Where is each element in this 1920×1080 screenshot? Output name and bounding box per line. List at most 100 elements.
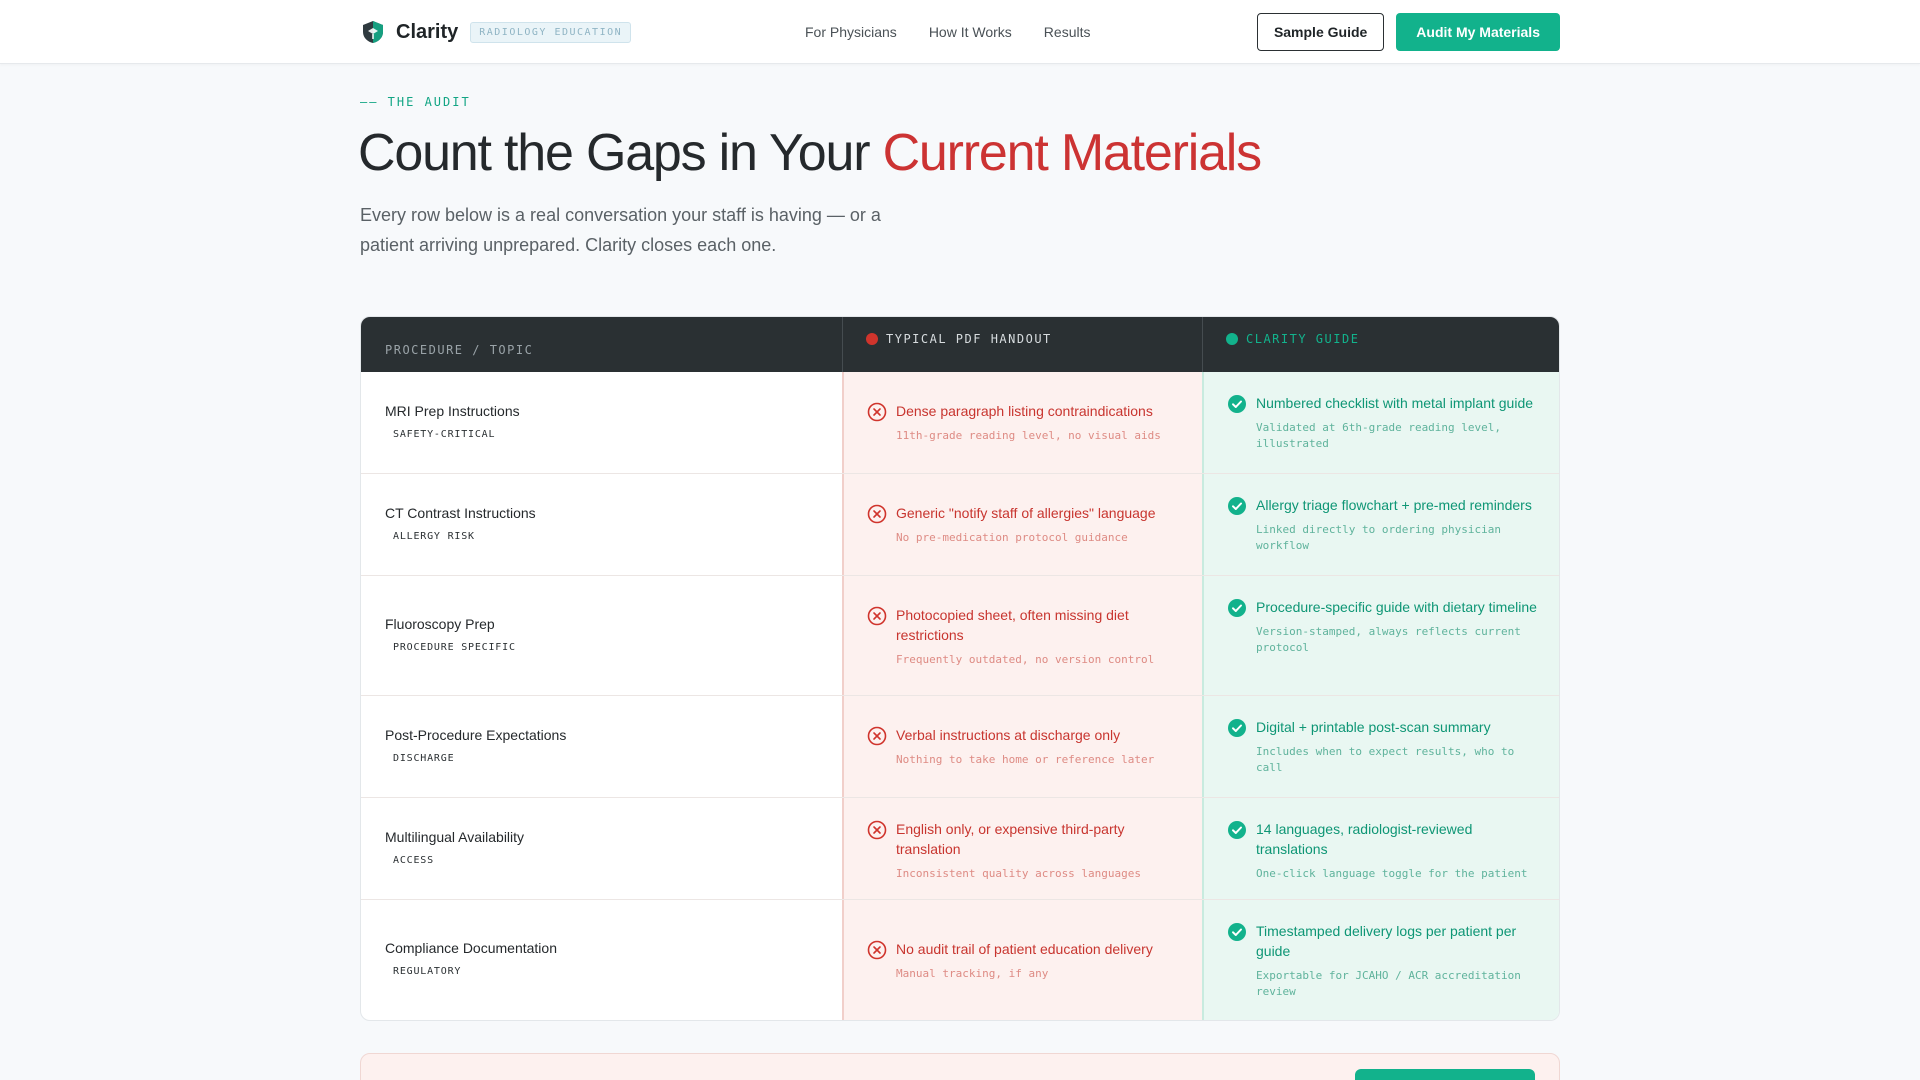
typical-subtext: Frequently outdated, no version control bbox=[896, 653, 1155, 666]
header-clarity: CLARITY GUIDE bbox=[1226, 317, 1359, 372]
section-eyebrow: —— THE AUDIT bbox=[360, 95, 471, 109]
x-circle-icon bbox=[867, 402, 887, 422]
check-circle-icon bbox=[1228, 599, 1246, 617]
topic-name: CT Contrast Instructions bbox=[385, 505, 536, 521]
typical-subtext: No pre-medication protocol guidance bbox=[896, 531, 1128, 544]
check-circle-icon bbox=[1228, 395, 1246, 413]
red-dot-icon bbox=[866, 332, 878, 345]
title-main: Count the Gaps in Your bbox=[358, 124, 883, 182]
typical-text: Verbal instructions at discharge only bbox=[896, 727, 1121, 743]
nav-link-how-it-works[interactable]: How It Works bbox=[929, 24, 1012, 40]
topic-badge: PROCEDURE SPECIFIC bbox=[389, 640, 520, 655]
brand-tag: RADIOLOGY EDUCATION bbox=[470, 21, 632, 43]
sample-guide-button[interactable]: Sample Guide bbox=[1256, 13, 1385, 51]
clarity-cell: 14 languages, radiologist-reviewed trans… bbox=[1256, 819, 1546, 882]
title-accent: Current Materials bbox=[882, 124, 1263, 182]
typical-text: Photocopied sheet, often missing diet re… bbox=[896, 607, 1129, 643]
typical-subtext: Manual tracking, if any bbox=[896, 967, 1049, 980]
header-typical: TYPICAL PDF HANDOUT bbox=[866, 317, 1052, 372]
topic-name: MRI Prep Instructions bbox=[385, 403, 520, 419]
table-row: Multilingual Availability ACCESS English… bbox=[361, 798, 1559, 900]
clarity-subtext: Exportable for JCAHO / ACR accreditation… bbox=[1256, 969, 1521, 998]
x-circle-icon bbox=[867, 820, 887, 840]
clarity-subtext: One-click language toggle for the patien… bbox=[1256, 867, 1528, 880]
typical-subtext: Nothing to take home or reference later bbox=[896, 753, 1155, 766]
clarity-text: Timestamped delivery logs per patient pe… bbox=[1256, 923, 1517, 959]
topic-name: Multilingual Availability bbox=[385, 829, 525, 845]
x-circle-icon bbox=[867, 940, 887, 960]
table-row: Post-Procedure Expectations DISCHARGE Ve… bbox=[361, 696, 1559, 798]
topic-name: Post-Procedure Expectations bbox=[385, 727, 567, 743]
topic-name: Compliance Documentation bbox=[385, 940, 557, 956]
table-row: Fluoroscopy Prep PROCEDURE SPECIFIC Phot… bbox=[361, 576, 1559, 696]
shield-logo-icon bbox=[363, 21, 383, 43]
topic-cell: Post-Procedure Expectations DISCHARGE bbox=[385, 727, 566, 766]
topic-cell: Fluoroscopy Prep PROCEDURE SPECIFIC bbox=[385, 616, 520, 655]
audit-materials-button[interactable]: Audit My Materials bbox=[1396, 13, 1560, 51]
header-topic: PROCEDURE / TOPIC bbox=[385, 342, 534, 357]
clarity-text: Procedure-specific guide with dietary ti… bbox=[1256, 599, 1537, 615]
clarity-text: Digital + printable post-scan summary bbox=[1256, 719, 1491, 735]
clarity-cell: Procedure-specific guide with dietary ti… bbox=[1256, 597, 1546, 656]
topic-badge: DISCHARGE bbox=[389, 751, 459, 766]
header-divider bbox=[842, 317, 843, 372]
check-circle-icon bbox=[1228, 923, 1246, 941]
typical-cell: English only, or expensive third-party t… bbox=[896, 819, 1186, 882]
x-circle-icon bbox=[867, 504, 887, 524]
clarity-subtext: Validated at 6th-grade reading level, il… bbox=[1256, 421, 1502, 450]
topic-cell: Multilingual Availability ACCESS bbox=[385, 829, 524, 868]
topic-badge: REGULATORY bbox=[389, 964, 466, 979]
bottom-cta-button[interactable] bbox=[1355, 1069, 1535, 1080]
table-row: CT Contrast Instructions ALLERGY RISK Ge… bbox=[361, 474, 1559, 576]
nav-actions: Sample Guide Audit My Materials bbox=[1256, 13, 1560, 51]
logo[interactable]: Clarity bbox=[360, 19, 458, 45]
typical-cell: Dense paragraph listing contraindication… bbox=[896, 401, 1186, 444]
table-header: PROCEDURE / TOPIC TYPICAL PDF HANDOUT CL… bbox=[361, 317, 1559, 372]
typical-cell: Generic "notify staff of allergies" lang… bbox=[896, 503, 1186, 546]
check-circle-icon bbox=[1228, 719, 1246, 737]
page-title: Count the Gaps in Your Current Materials bbox=[358, 123, 1263, 183]
header-divider bbox=[1202, 317, 1203, 372]
clarity-text: Allergy triage flowchart + pre-med remin… bbox=[1256, 497, 1532, 513]
topic-cell: CT Contrast Instructions ALLERGY RISK bbox=[385, 505, 536, 544]
nav-inner: Clarity RADIOLOGY EDUCATION For Physicia… bbox=[360, 0, 1560, 64]
clarity-subtext: Includes when to expect results, who to … bbox=[1256, 745, 1515, 774]
typical-text: No audit trail of patient education deli… bbox=[896, 941, 1153, 957]
clarity-cell: Timestamped delivery logs per patient pe… bbox=[1256, 921, 1546, 1000]
check-circle-icon bbox=[1228, 497, 1246, 515]
clarity-subtext: Version-stamped, always reflects current… bbox=[1256, 625, 1521, 654]
check-circle-icon bbox=[1228, 821, 1246, 839]
topic-badge: ACCESS bbox=[389, 853, 438, 868]
nav-link-for-physicians[interactable]: For Physicians bbox=[805, 24, 897, 40]
topic-name: Fluoroscopy Prep bbox=[385, 616, 495, 632]
clarity-cell: Allergy triage flowchart + pre-med remin… bbox=[1256, 495, 1546, 554]
clarity-text: 14 languages, radiologist-reviewed trans… bbox=[1256, 821, 1473, 857]
typical-text: Generic "notify staff of allergies" lang… bbox=[896, 505, 1156, 521]
clarity-subtext: Linked directly to ordering physician wo… bbox=[1256, 523, 1502, 552]
topic-badge: ALLERGY RISK bbox=[389, 529, 479, 544]
typical-cell: Verbal instructions at discharge only No… bbox=[896, 725, 1186, 768]
topic-badge: SAFETY-CRITICAL bbox=[389, 427, 500, 442]
top-nav: Clarity RADIOLOGY EDUCATION For Physicia… bbox=[0, 0, 1920, 64]
topic-cell: Compliance Documentation REGULATORY bbox=[385, 940, 557, 979]
x-circle-icon bbox=[867, 726, 887, 746]
table-row: MRI Prep Instructions SAFETY-CRITICAL De… bbox=[361, 372, 1559, 474]
comparison-table: PROCEDURE / TOPIC TYPICAL PDF HANDOUT CL… bbox=[360, 316, 1560, 1021]
green-dot-icon bbox=[1226, 332, 1238, 345]
clarity-cell: Digital + printable post-scan summary In… bbox=[1256, 717, 1546, 776]
typical-text: English only, or expensive third-party t… bbox=[896, 821, 1125, 857]
clarity-text: Numbered checklist with metal implant gu… bbox=[1256, 395, 1534, 411]
x-circle-icon bbox=[867, 606, 887, 626]
topic-cell: MRI Prep Instructions SAFETY-CRITICAL bbox=[385, 403, 520, 442]
typical-cell: No audit trail of patient education deli… bbox=[896, 939, 1186, 982]
nav-links: For Physicians How It Works Results bbox=[805, 0, 1090, 64]
header-clarity-label: CLARITY GUIDE bbox=[1246, 331, 1360, 346]
nav-link-results[interactable]: Results bbox=[1044, 24, 1091, 40]
table-row: Compliance Documentation REGULATORY No a… bbox=[361, 900, 1559, 1020]
typical-subtext: 11th-grade reading level, no visual aids bbox=[896, 429, 1161, 442]
typical-text: Dense paragraph listing contraindication… bbox=[896, 403, 1153, 419]
typical-subtext: Inconsistent quality across languages bbox=[896, 867, 1142, 880]
page-subtitle: Every row below is a real conversation y… bbox=[360, 205, 881, 255]
header-typical-label: TYPICAL PDF HANDOUT bbox=[886, 331, 1052, 346]
typical-cell: Photocopied sheet, often missing diet re… bbox=[896, 605, 1186, 668]
